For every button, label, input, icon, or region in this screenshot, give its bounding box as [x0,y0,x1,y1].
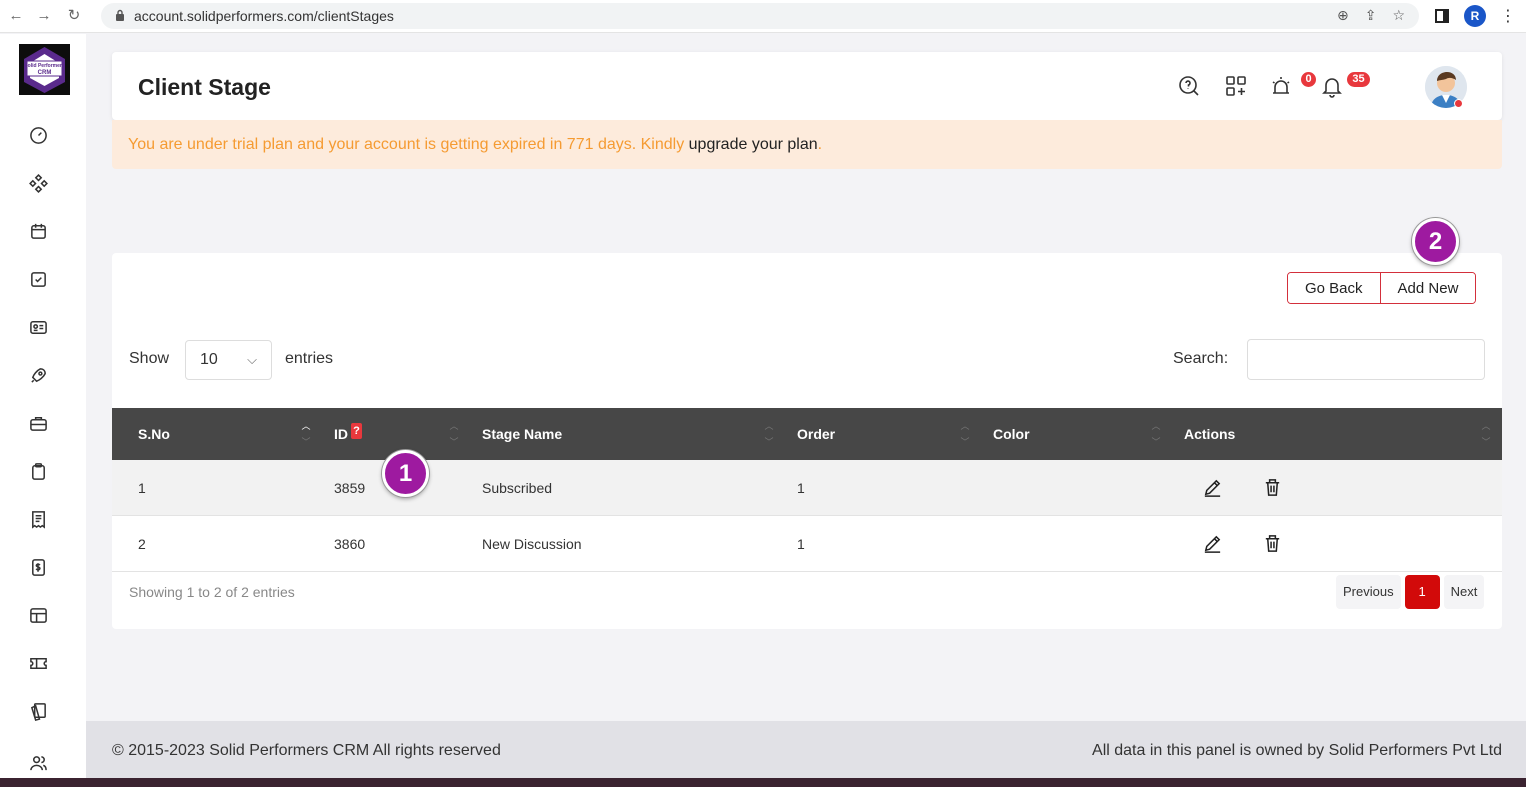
column-header-id-label: ID [334,426,348,442]
action-button-group: Go Back Add New [1287,272,1477,304]
chevron-down-icon: ⌵ [247,352,257,367]
clipboard-icon[interactable] [27,460,49,482]
dashboard-icon[interactable] [27,124,49,146]
client-stage-table: S.No ︿ ﹀ ID? ︿ ﹀ Stage Name ︿ ﹀ Order ︿ ﹀ Co… [112,408,1502,572]
notification-count-badge: 35 [1347,72,1370,87]
forward-arrow-icon[interactable]: → [34,6,54,26]
client-stage-card: Go Back Add New Show 10 ⌵ entries Search… [112,253,1502,629]
delete-trash-icon[interactable] [1262,477,1284,499]
sort-order-icon[interactable]: ︿ ﹀ [959,418,971,450]
column-header-sno[interactable]: S.No [138,408,170,460]
table-info: Showing 1 to 2 of 2 entries [129,584,295,600]
column-header-id[interactable]: ID? [334,408,362,460]
show-label: Show [129,350,170,367]
edit-icon[interactable] [1202,533,1224,555]
entries-label: entries [285,350,334,367]
footer-ownership: All data in this panel is owned by Solid… [1092,742,1502,759]
previous-page-button[interactable]: Previous [1336,575,1401,609]
cell-order: 1 [797,536,805,552]
edit-icon[interactable] [1202,477,1224,499]
step-marker-1: 1 [382,450,429,497]
url-text: account.solidperformers.com/clientStages [134,8,394,24]
documents-icon[interactable] [27,700,49,722]
ticket-icon[interactable] [27,652,49,674]
trial-banner: You are under trial plan and your accoun… [112,120,1502,169]
page-title: Client Stage [138,74,271,100]
cell-sno: 1 [138,480,146,496]
go-back-button[interactable]: Go Back [1288,273,1380,303]
sort-id-icon[interactable]: ︿ ﹀ [448,418,460,450]
zoom-icon[interactable]: ⊕ [1337,7,1349,24]
online-status-dot [1454,99,1463,108]
next-page-button[interactable]: Next [1443,575,1485,609]
trial-message: You are under trial plan and your accoun… [128,136,689,153]
browser-toolbar: ← → ↻ account.solidperformers.com/client… [0,0,1526,33]
calendar-icon[interactable] [27,220,49,242]
sidebar: Solid Performers CRM [0,34,86,787]
column-header-order[interactable]: Order [797,408,835,460]
modules-icon[interactable] [27,172,49,194]
table-icon[interactable] [27,604,49,626]
solid-performers-logo[interactable]: Solid Performers CRM [19,44,70,95]
table-header: S.No ︿ ﹀ ID? ︿ ﹀ Stage Name ︿ ﹀ Order ︿ ﹀ Co… [112,408,1502,460]
apps-grid-icon[interactable] [1224,74,1250,100]
column-header-color[interactable]: Color [993,408,1030,460]
cell-id: 3860 [334,536,366,552]
search-label: Search: [1173,350,1229,367]
receipt-icon[interactable] [27,508,49,530]
logo-text-bottom: CRM [38,70,52,76]
tasks-icon[interactable] [27,268,49,290]
id-help-icon[interactable]: ? [351,423,362,439]
table-row: 2 3860 New Discussion 1 [112,516,1502,572]
side-panel-icon[interactable] [1434,4,1450,28]
users-icon[interactable] [27,752,49,774]
address-bar[interactable]: account.solidperformers.com/clientStages… [101,3,1419,29]
entries-value: 10 [200,351,218,368]
cell-stage-name: New Discussion [482,536,582,552]
sort-sno-icon[interactable]: ︿ ﹀ [300,418,312,450]
step-marker-2: 2 [1412,218,1459,265]
alarm-count-badge: 0 [1301,72,1316,87]
cell-order: 1 [797,480,805,496]
footer: © 2015-2023 Solid Performers CRM All rig… [86,721,1526,778]
column-header-stage-name[interactable]: Stage Name [482,408,562,460]
trial-suffix: . [817,136,823,153]
share-icon[interactable]: ⇪ [1365,7,1377,24]
os-taskbar [0,778,1526,787]
back-arrow-icon[interactable]: ← [6,6,26,26]
entries-per-page-select[interactable]: 10 ⌵ [185,340,272,380]
logo-text-top: Solid Performers [24,63,65,69]
lock-icon [116,9,124,21]
cell-sno: 2 [138,536,146,552]
sort-stage-name-icon[interactable]: ︿ ﹀ [763,418,775,450]
search-input[interactable] [1247,339,1485,380]
pagination: Previous 1 Next [1336,575,1485,609]
invoice-icon[interactable] [27,556,49,578]
notification-bell-icon[interactable] [1320,74,1346,100]
column-header-actions[interactable]: Actions [1184,408,1235,460]
sort-color-icon[interactable]: ︿ ﹀ [1150,418,1162,450]
browser-profile-avatar[interactable]: R [1464,5,1486,27]
cell-stage-name: Subscribed [482,480,553,496]
upgrade-plan-link[interactable]: upgrade your plan [689,136,818,153]
table-row: 1 3859 Subscribed 1 [112,460,1502,516]
briefcase-icon[interactable] [27,412,49,434]
page-1-button[interactable]: 1 [1404,575,1440,609]
reload-icon[interactable]: ↻ [64,6,84,26]
sort-actions-icon[interactable]: ︿ ﹀ [1480,418,1492,450]
help-search-icon[interactable] [1177,74,1203,100]
alarm-siren-icon[interactable] [1269,74,1295,100]
footer-copyright: © 2015-2023 Solid Performers CRM All rig… [112,742,501,759]
browser-menu-icon[interactable]: ⋮ [1500,4,1516,28]
rocket-icon[interactable] [27,364,49,386]
cell-id: 3859 [334,480,366,496]
add-new-button[interactable]: Add New [1379,273,1476,303]
page-header: Client Stage 0 35 [112,52,1502,120]
bookmark-star-icon[interactable]: ☆ [1392,7,1405,24]
delete-trash-icon[interactable] [1262,533,1284,555]
contacts-card-icon[interactable] [27,316,49,338]
